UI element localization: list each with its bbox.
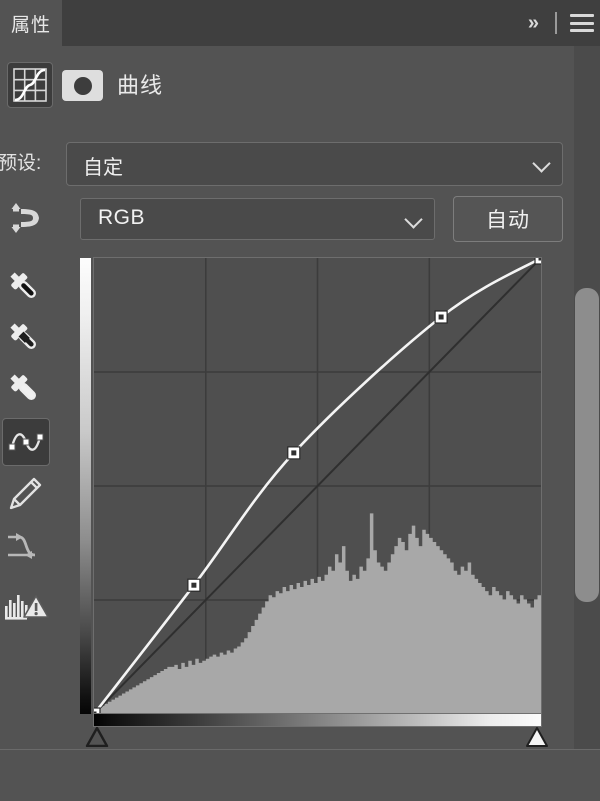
preset-select[interactable]: 自定 xyxy=(66,142,563,186)
curve-point-tool[interactable] xyxy=(2,418,50,466)
divider xyxy=(555,12,557,34)
smooth-curve-tool[interactable] xyxy=(2,522,50,570)
curve-control-point-center xyxy=(291,450,297,456)
auto-button-label: 自动 xyxy=(486,209,530,232)
curves-adjustment-icon xyxy=(7,62,53,108)
histogram-warning-icon[interactable] xyxy=(2,584,58,632)
curve-plot-svg xyxy=(94,258,541,714)
curve-control-point-center xyxy=(538,258,541,261)
preset-label: 预设: xyxy=(0,153,42,174)
tab-properties-label: 属性 xyxy=(10,14,51,36)
mask-circle-icon xyxy=(73,76,92,95)
white-point-slider[interactable] xyxy=(525,727,549,747)
tab-bar-controls: » xyxy=(525,0,594,46)
black-point-slider[interactable] xyxy=(85,726,109,748)
panel-bottom-bar: poco 摄影专题 http://photo.poco.cn/ PSahZ Ui… xyxy=(0,750,600,801)
photoshop-properties-panel: 属性 » 曲线 预设: 自定 RGB 自动 xyxy=(0,0,600,801)
page-title: 曲线 xyxy=(117,73,164,98)
chevrons-right-icon[interactable]: » xyxy=(525,13,542,33)
curve-control-point-center xyxy=(438,314,444,320)
white-point-eyedropper[interactable] xyxy=(2,366,50,414)
output-gradient-strip xyxy=(80,258,91,714)
layer-mask-thumbnail[interactable] xyxy=(62,70,103,101)
panel-tab-bar: 属性 » xyxy=(0,0,600,46)
black-point-eyedropper[interactable] xyxy=(2,264,50,312)
curves-graph[interactable] xyxy=(80,257,542,719)
tab-properties[interactable]: 属性 xyxy=(0,0,62,46)
chevron-down-icon xyxy=(535,157,549,171)
chevron-down-icon xyxy=(407,213,421,227)
panel-scrollbar-thumb[interactable] xyxy=(575,288,599,602)
pencil-tool[interactable] xyxy=(2,470,50,518)
curve-control-point-center xyxy=(191,582,197,588)
auto-button[interactable]: 自动 xyxy=(453,196,563,242)
preset-value: 自定 xyxy=(83,157,123,179)
panel-scrollbar-track[interactable] xyxy=(574,46,600,750)
target-adjustment-icon[interactable] xyxy=(5,200,47,236)
gray-point-eyedropper[interactable] xyxy=(2,315,50,363)
curve-plot-area[interactable] xyxy=(93,257,542,715)
input-gradient-strip xyxy=(93,713,542,727)
hamburger-menu-icon[interactable] xyxy=(570,14,594,32)
channel-select[interactable]: RGB xyxy=(80,198,435,240)
channel-value: RGB xyxy=(98,206,146,229)
